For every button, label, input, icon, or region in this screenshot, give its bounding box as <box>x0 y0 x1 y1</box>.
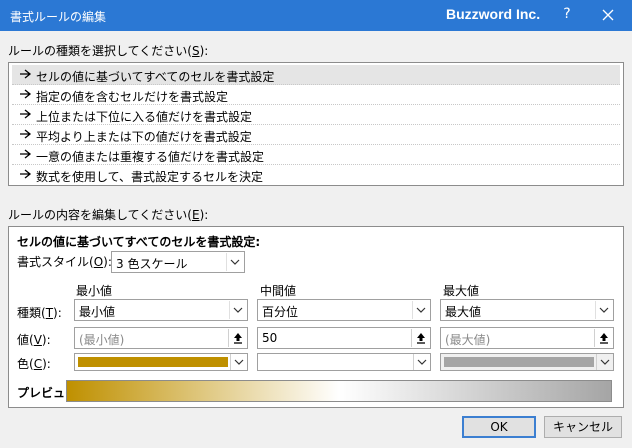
chevron-down-icon[interactable] <box>226 253 243 271</box>
rule-type-item[interactable]: 数式を使用して、書式設定するセルを決定 <box>12 165 620 185</box>
minimum-color-swatch <box>78 357 228 367</box>
help-button[interactable]: ? <box>560 6 574 22</box>
rule-edit-label: ルールの内容を編集してください(E): <box>8 208 209 222</box>
chevron-down-icon[interactable] <box>595 301 612 319</box>
maximum-header: 最大値 <box>443 284 480 298</box>
close-icon <box>602 9 614 21</box>
maximum-type-dropdown[interactable]: 最大値 <box>440 299 614 321</box>
minimum-value-input[interactable]: (最小値) <box>74 327 248 349</box>
value-row-label: 値(V): <box>17 333 51 347</box>
cancel-button[interactable]: キャンセル <box>544 416 622 438</box>
midpoint-type-dropdown[interactable]: 百分位 <box>257 299 431 321</box>
cell-reference-button[interactable] <box>411 329 429 347</box>
minimum-type-dropdown[interactable]: 最小値 <box>74 299 248 321</box>
rule-type-item[interactable]: 一意の値または重複する値だけを書式設定 <box>12 145 620 165</box>
close-button[interactable] <box>590 3 626 27</box>
chevron-down-icon[interactable] <box>596 354 613 370</box>
midpoint-color-swatch <box>261 357 411 367</box>
window-title: 書式ルールの編集 <box>10 10 107 24</box>
maximum-color-picker[interactable] <box>440 353 614 371</box>
rule-type-item[interactable]: 上位または下位に入る値だけを書式設定 <box>12 105 620 125</box>
cell-reference-button[interactable] <box>228 329 246 347</box>
minimum-header: 最小値 <box>76 284 113 298</box>
arrow-up-icon <box>417 333 425 344</box>
chevron-down-icon[interactable] <box>413 354 430 370</box>
maximum-color-swatch <box>444 357 594 367</box>
brand-label: Buzzword Inc. <box>446 6 541 22</box>
rule-type-item[interactable]: セルの値に基づいてすべてのセルを書式設定 <box>12 65 620 85</box>
ok-button[interactable]: OK <box>462 416 536 438</box>
arrow-right-icon <box>20 149 32 159</box>
midpoint-color-picker[interactable] <box>257 353 431 371</box>
rule-description-heading: セルの値に基づいてすべてのセルを書式設定: <box>17 235 261 249</box>
color-row-label: 色(C): <box>17 357 51 371</box>
chevron-down-icon[interactable] <box>230 354 247 370</box>
title-bar: 書式ルールの編集 Buzzword Inc. ? <box>0 0 632 31</box>
color-scale-preview <box>66 380 612 402</box>
maximum-value-input[interactable]: (最大値) <box>440 327 614 349</box>
midpoint-value-input[interactable]: 50 <box>257 327 431 349</box>
arrow-right-icon <box>20 129 32 139</box>
cell-reference-button[interactable] <box>594 329 612 347</box>
arrow-up-icon <box>600 333 608 344</box>
type-row-label: 種類(T): <box>17 306 62 320</box>
midpoint-header: 中間値 <box>260 284 297 298</box>
arrow-right-icon <box>20 89 32 99</box>
rule-type-item[interactable]: 指定の値を含むセルだけを書式設定 <box>12 85 620 105</box>
format-style-dropdown[interactable]: 3 色スケール <box>111 251 245 273</box>
arrow-up-icon <box>234 333 242 344</box>
rule-type-item[interactable]: 平均より上または下の値だけを書式設定 <box>12 125 620 145</box>
arrow-right-icon <box>20 109 32 119</box>
rule-type-list[interactable]: セルの値に基づいてすべてのセルを書式設定 指定の値を含むセルだけを書式設定 上位… <box>8 62 624 186</box>
rule-type-label: ルールの種類を選択してください(S): <box>8 44 209 58</box>
format-style-label: 書式スタイル(O): <box>17 255 112 269</box>
chevron-down-icon[interactable] <box>229 301 246 319</box>
minimum-color-picker[interactable] <box>74 353 248 371</box>
arrow-right-icon <box>20 69 32 79</box>
arrow-right-icon <box>20 169 32 179</box>
chevron-down-icon[interactable] <box>412 301 429 319</box>
